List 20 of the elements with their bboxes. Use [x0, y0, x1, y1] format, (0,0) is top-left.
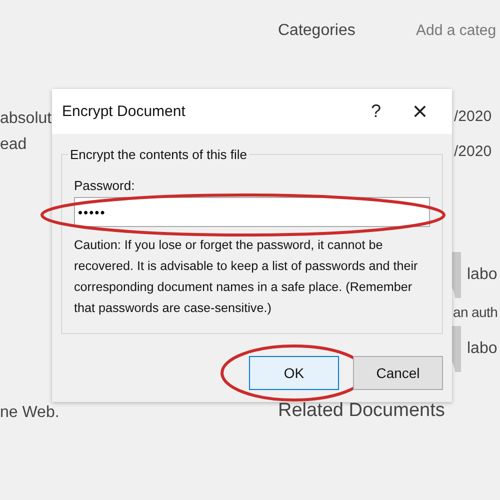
- date-text: /2020: [454, 108, 492, 125]
- caution-text: Caution: If you lose or forget the password, it cannot be recovered. It is advisable to keep a list of passwords and their corresponding document names in a safe place. (Remember that passwords are case-sensitive.): [74, 237, 419, 317]
- author-name[interactable]: labo: [467, 266, 498, 284]
- password-field[interactable]: •••••: [74, 197, 430, 227]
- ok-button[interactable]: OK: [249, 356, 339, 390]
- background-text: absolut: [0, 110, 52, 128]
- date-text: /2020: [454, 143, 492, 160]
- cancel-button[interactable]: Cancel: [353, 356, 443, 390]
- property-value[interactable]: Add a categ: [416, 22, 496, 40]
- property-label: Categories: [278, 22, 356, 40]
- background-text: ead: [0, 136, 27, 154]
- close-button[interactable]: ×: [398, 96, 442, 127]
- help-button[interactable]: ?: [354, 101, 398, 122]
- background-text: ne Web.: [0, 404, 60, 422]
- dialog-title: Encrypt Document: [62, 103, 186, 120]
- password-label: Password:: [74, 178, 136, 193]
- section-heading: Related Documents: [278, 400, 445, 422]
- author-name[interactable]: labo: [467, 340, 498, 358]
- background-text: an auth: [453, 304, 498, 320]
- group-label: Encrypt the contents of this file: [69, 147, 248, 162]
